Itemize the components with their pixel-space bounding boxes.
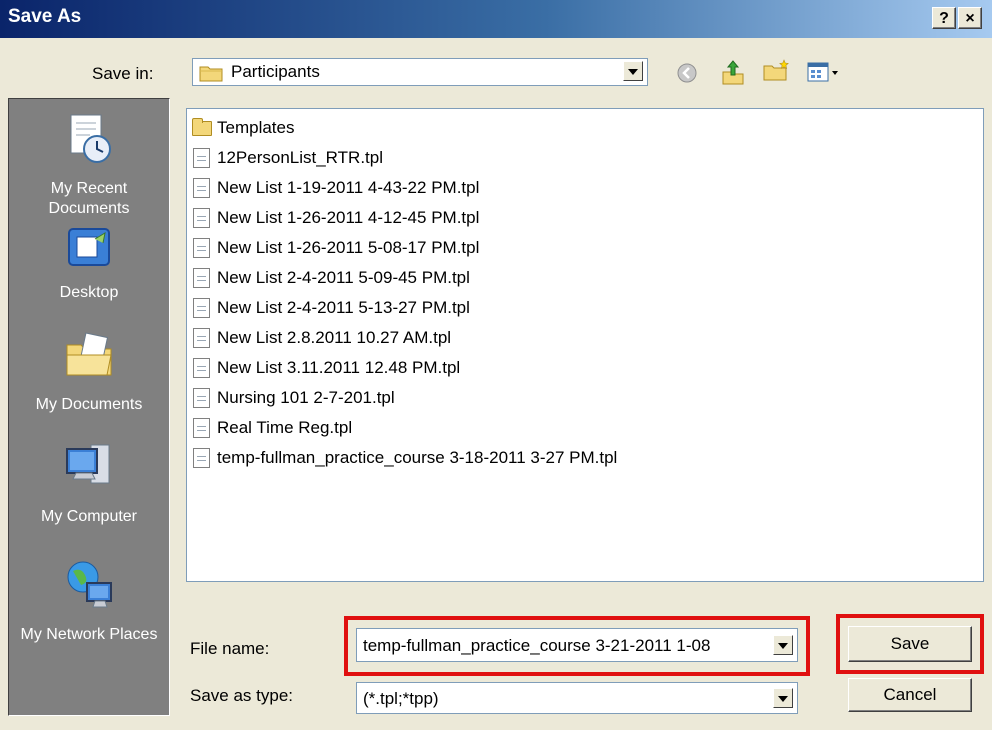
file-row[interactable]: New List 3.11.2011 12.48 PM.tpl — [191, 354, 460, 382]
file-icon — [191, 178, 213, 198]
my-documents-icon — [9, 327, 169, 389]
place-my-network-places[interactable]: My Network Places — [9, 557, 169, 645]
file-icon — [191, 418, 213, 438]
save-as-type-label: Save as type: — [190, 686, 294, 705]
file-row[interactable]: 12PersonList_RTR.tpl — [191, 144, 383, 172]
file-name: temp-fullman_practice_course 3-18-2011 3… — [217, 448, 618, 467]
save-button[interactable]: Save — [848, 626, 972, 662]
file-row[interactable]: Real Time Reg.tpl — [191, 414, 352, 442]
file-row[interactable]: temp-fullman_practice_course 3-18-2011 3… — [191, 444, 617, 472]
desktop-icon — [9, 223, 169, 277]
file-icon — [191, 148, 213, 168]
close-button[interactable]: × — [958, 7, 982, 29]
places-bar: My Recent Documents Desktop My Documents — [8, 98, 170, 716]
file-row[interactable]: New List 1-26-2011 4-12-45 PM.tpl — [191, 204, 479, 232]
file-icon — [191, 448, 213, 468]
place-label: Desktop — [59, 284, 119, 301]
file-icon — [191, 328, 213, 348]
file-icon — [191, 298, 213, 318]
file-row[interactable]: New List 1-26-2011 5-08-17 PM.tpl — [191, 234, 479, 262]
chevron-down-icon[interactable] — [773, 635, 793, 655]
views-menu-icon[interactable] — [806, 60, 842, 89]
save-as-type-dropdown[interactable]: (*.tpl;*tpp) — [356, 682, 798, 714]
place-label: My Documents — [35, 396, 143, 413]
file-name: Real Time Reg.tpl — [217, 418, 353, 437]
save-as-type-value: (*.tpl;*tpp) — [363, 689, 439, 708]
folder-icon — [199, 64, 223, 82]
file-row[interactable]: New List 2-4-2011 5-09-45 PM.tpl — [191, 264, 470, 292]
file-name: New List 1-26-2011 4-12-45 PM.tpl — [217, 208, 480, 227]
cancel-button[interactable]: Cancel — [848, 678, 972, 712]
save-in-value: Participants — [231, 62, 320, 81]
place-my-recent-documents[interactable]: My Recent Documents — [9, 111, 169, 219]
file-name: New List 1-26-2011 5-08-17 PM.tpl — [217, 238, 480, 257]
my-computer-icon — [9, 439, 169, 501]
folder-icon — [191, 118, 213, 138]
place-my-documents[interactable]: My Documents — [9, 327, 169, 415]
save-in-dropdown[interactable]: Participants — [192, 58, 648, 86]
file-icon — [191, 208, 213, 228]
file-icon — [191, 268, 213, 288]
file-name: 12PersonList_RTR.tpl — [217, 148, 383, 167]
file-name: New List 3.11.2011 12.48 PM.tpl — [217, 358, 461, 377]
file-icon — [191, 358, 213, 378]
network-places-icon — [9, 557, 169, 619]
file-name: New List 2.8.2011 10.27 AM.tpl — [217, 328, 452, 347]
file-row[interactable]: Nursing 101 2-7-201.tpl — [191, 384, 395, 412]
place-desktop[interactable]: Desktop — [9, 223, 169, 303]
new-folder-icon[interactable] — [762, 58, 790, 89]
file-name-label: File name: — [190, 639, 270, 658]
save-in-label: Save in: — [92, 64, 154, 83]
back-icon[interactable] — [676, 62, 698, 89]
chevron-down-icon[interactable] — [623, 61, 643, 81]
file-row[interactable]: New List 1-19-2011 4-43-22 PM.tpl — [191, 174, 479, 202]
window-title: Save As — [8, 6, 82, 27]
file-name: New List 1-19-2011 4-43-22 PM.tpl — [217, 178, 480, 197]
file-row[interactable]: New List 2.8.2011 10.27 AM.tpl — [191, 324, 451, 352]
title-bar[interactable]: Save As ? × — [0, 0, 992, 38]
file-name: Templates — [217, 118, 295, 137]
place-label: My Recent Documents — [48, 180, 130, 217]
recent-documents-icon — [9, 111, 169, 173]
file-name: New List 2-4-2011 5-09-45 PM.tpl — [217, 268, 470, 287]
file-icon — [191, 238, 213, 258]
up-folder-icon[interactable] — [720, 58, 746, 91]
file-row[interactable]: New List 2-4-2011 5-13-27 PM.tpl — [191, 294, 470, 322]
place-label: My Computer — [40, 508, 138, 525]
file-row-templates[interactable]: Templates — [191, 114, 294, 142]
file-list[interactable]: Templates 12PersonList_RTR.tpl New List … — [186, 108, 984, 582]
file-name: New List 2-4-2011 5-13-27 PM.tpl — [217, 298, 470, 317]
place-label: My Network Places — [20, 626, 158, 643]
file-name-input[interactable]: temp-fullman_practice_course 3-21-2011 1… — [356, 628, 798, 662]
chevron-down-icon[interactable] — [773, 688, 793, 708]
help-button[interactable]: ? — [932, 7, 956, 29]
file-name-value: temp-fullman_practice_course 3-21-2011 1… — [363, 636, 711, 655]
place-my-computer[interactable]: My Computer — [9, 439, 169, 527]
file-name: Nursing 101 2-7-201.tpl — [217, 388, 395, 407]
file-icon — [191, 388, 213, 408]
